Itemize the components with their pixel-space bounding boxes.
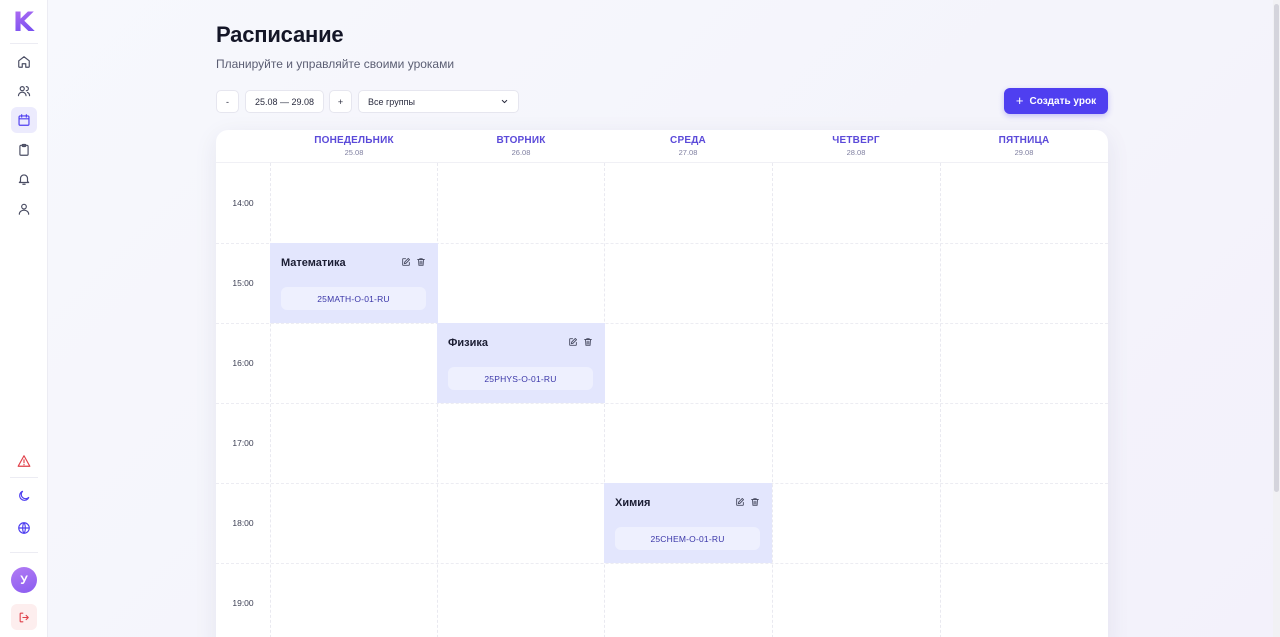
time-label: 15:00	[232, 278, 254, 288]
page-title: Расписание	[216, 22, 344, 47]
lesson-actions	[568, 337, 593, 347]
avatar[interactable]: У	[11, 567, 37, 593]
day-header: ВТОРНИК 26.08	[437, 135, 605, 157]
plus-icon: +	[1015, 93, 1024, 108]
day-header: ПОНЕДЕЛЬНИК 25.08	[270, 135, 438, 157]
user-icon	[18, 203, 30, 215]
lesson-title: Математика	[281, 257, 346, 269]
day-date: 25.08	[344, 148, 364, 157]
day-name: ПЯТНИЦА	[998, 135, 1050, 146]
group-select[interactable]: Все группы	[358, 90, 519, 113]
next-week-button[interactable]: +	[329, 90, 352, 113]
create-lesson-button[interactable]: + Создать урок	[1004, 88, 1108, 114]
chevron-down-icon	[501, 99, 508, 104]
home-icon	[18, 56, 30, 68]
day-header: ЧЕТВЕРГ 28.08	[772, 135, 940, 157]
group-select-value: Все группы	[368, 96, 415, 107]
grid-column-line	[940, 163, 941, 637]
warning-icon	[17, 455, 31, 467]
prev-week-button[interactable]: -	[216, 90, 239, 113]
sidebar-item-home[interactable]	[11, 49, 37, 75]
sidebar-item-users[interactable]	[11, 78, 37, 104]
day-date: 27.08	[678, 148, 698, 157]
trash-icon[interactable]	[416, 257, 426, 267]
day-date: 28.08	[846, 148, 866, 157]
time-label: 16:00	[232, 358, 254, 368]
grid-row-line	[216, 323, 1108, 324]
day-name: ЧЕТВЕРГ	[832, 135, 880, 146]
day-date: 26.08	[511, 148, 531, 157]
sidebar-item-profile[interactable]	[11, 196, 37, 222]
day-name: ВТОРНИК	[496, 135, 546, 146]
grid-column-line	[772, 163, 773, 637]
moon-icon	[19, 490, 30, 501]
sidebar-divider	[10, 552, 38, 553]
sidebar-item-report-issue[interactable]	[11, 448, 37, 474]
sidebar-item-tasks[interactable]	[11, 137, 37, 163]
day-name: ПОНЕДЕЛЬНИК	[314, 135, 394, 146]
day-header: СРЕДА 27.08	[604, 135, 772, 157]
lesson-card[interactable]: Химия 25CHEM-O-01-RU	[604, 483, 772, 563]
sidebar-item-schedule[interactable]	[11, 107, 37, 133]
time-label: 18:00	[232, 518, 254, 528]
bell-icon	[18, 174, 30, 185]
logout-button[interactable]	[11, 604, 37, 630]
logout-icon	[19, 612, 29, 622]
scrollbar-track[interactable]	[1273, 0, 1280, 637]
time-label: 14:00	[232, 198, 254, 208]
language-button[interactable]	[11, 515, 37, 541]
clipboard-icon	[19, 143, 29, 156]
calendar-icon	[18, 114, 30, 126]
lesson-actions	[735, 497, 760, 507]
day-name: СРЕДА	[670, 135, 706, 146]
lesson-group-tag: 25MATH-O-01-RU	[281, 287, 426, 310]
edit-icon[interactable]	[568, 337, 578, 347]
page-subtitle: Планируйте и управляйте своими уроками	[216, 57, 455, 71]
lesson-actions	[401, 257, 426, 267]
schedule-calendar: ПОНЕДЕЛЬНИК 25.08 ВТОРНИК 26.08 СРЕДА 27.08 ЧЕ…	[216, 130, 1108, 637]
globe-icon	[18, 522, 30, 534]
create-lesson-label: Создать урок	[1029, 95, 1097, 107]
lesson-card[interactable]: Физика 25PHYS-O-01-RU	[437, 323, 605, 403]
time-label: 19:00	[232, 598, 254, 608]
scrollbar-thumb[interactable]	[1274, 4, 1279, 492]
grid-column-line	[270, 163, 271, 637]
date-range[interactable]: 25.08 — 29.08	[245, 90, 324, 113]
edit-icon[interactable]	[735, 497, 745, 507]
app-logo[interactable]: K	[13, 9, 35, 36]
grid-row-line	[216, 403, 1108, 404]
lesson-title: Физика	[448, 337, 489, 349]
users-icon	[17, 86, 31, 97]
day-date: 29.08	[1014, 148, 1034, 157]
time-label: 17:00	[232, 438, 254, 448]
edit-icon[interactable]	[401, 257, 411, 267]
sidebar-item-notifications[interactable]	[11, 166, 37, 192]
sidebar-divider	[10, 43, 38, 44]
sidebar: K У	[0, 0, 48, 637]
trash-icon[interactable]	[750, 497, 760, 507]
theme-toggle[interactable]	[11, 483, 37, 509]
sidebar-divider	[10, 477, 38, 478]
lesson-group-tag: 25CHEM-O-01-RU	[615, 527, 760, 550]
trash-icon[interactable]	[583, 337, 593, 347]
lesson-group-tag: 25PHYS-O-01-RU	[448, 367, 593, 390]
lesson-card[interactable]: Математика 25MATH-O-01-RU	[270, 243, 438, 323]
grid-row-line	[216, 563, 1108, 564]
lesson-title: Химия	[615, 497, 651, 509]
calendar-header-divider	[216, 162, 1108, 163]
day-header: ПЯТНИЦА 29.08	[940, 135, 1108, 157]
